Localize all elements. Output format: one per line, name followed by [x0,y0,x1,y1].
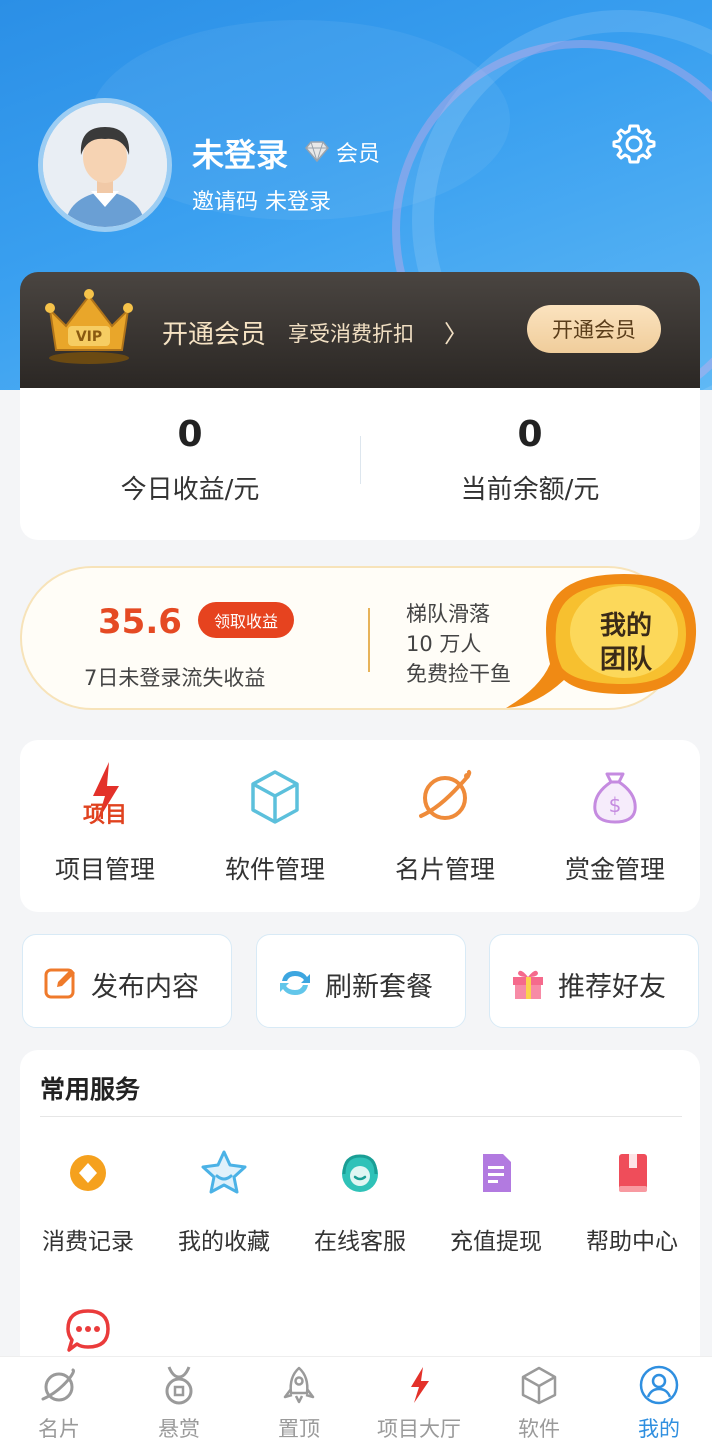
star-icon [201,1150,247,1194]
team-promo-line: 10 万人 [406,632,482,656]
recharge-withdraw[interactable]: 充值提现 [428,1148,564,1256]
vip-subtitle: 享受消费折扣 [288,322,414,346]
cube-icon [521,1366,557,1405]
tab-label: 悬赏 [158,1417,200,1441]
tab-label: 软件 [518,1417,560,1441]
refresh-package-label: 刷新套餐 [325,972,433,1003]
tab-label: 项目大厅 [377,1417,461,1441]
tab-software[interactable]: 软件 [480,1365,598,1443]
invite-value: 未登录 [265,190,332,215]
cube-icon [251,770,299,824]
consumption-record-label: 消费记录 [42,1229,134,1255]
my-team-label: 我的 [600,610,652,641]
recommend-friend-label: 推荐好友 [558,972,666,1003]
common-services: 常用服务 消费记录 我的收藏 在线客服 充值提现 帮助中心 [20,1050,700,1380]
headset-icon [342,1154,378,1192]
planet-icon [41,1368,75,1402]
today-earnings-value: 0 [177,414,203,455]
software-management[interactable]: 软件管理 [190,760,360,886]
help-center[interactable]: 帮助中心 [564,1148,700,1256]
claim-earnings-button[interactable]: 领取收益 [198,602,294,638]
open-vip-button[interactable]: 开通会员 [527,305,661,353]
current-balance-label: 当前余额/元 [460,475,600,505]
lost-earnings-amount: 35.6 [98,602,182,642]
edit-icon [44,968,75,999]
svg-text:$: $ [609,793,622,817]
current-balance-value: 0 [517,414,543,455]
invite-code: 邀请码 未登录 [192,184,331,216]
diamond-icon [305,141,329,162]
bounty-management[interactable]: $ 赏金管理 [530,760,700,886]
tab-label: 置顶 [278,1417,320,1441]
avatar[interactable] [38,98,172,232]
tab-project-hall[interactable]: 项目大厅 [360,1365,478,1443]
coin-icon [70,1155,106,1191]
earnings-stats: 0 今日收益/元 0 当前余额/元 [20,388,700,540]
gift-icon [513,970,543,999]
team-promo-line: 免费捡干鱼 [406,662,511,686]
help-center-label: 帮助中心 [586,1229,678,1255]
tab-label: 名片 [38,1417,80,1441]
my-favorites[interactable]: 我的收藏 [156,1148,292,1256]
tab-mine[interactable]: 我的 [600,1365,712,1443]
refresh-package-button[interactable]: 刷新套餐 [256,934,466,1028]
lightning-icon [411,1367,429,1403]
chat-icon [66,1309,110,1352]
tab-pin-top[interactable]: 置顶 [240,1365,358,1443]
book-icon [619,1154,647,1192]
recharge-withdraw-label: 充值提现 [450,1229,542,1255]
bounty-management-label: 赏金管理 [564,855,665,884]
rocket-icon [283,1366,315,1404]
divider [40,1116,682,1117]
card-management[interactable]: 名片管理 [360,760,530,886]
my-team-label: 团队 [600,645,653,675]
today-earnings-label: 今日收益/元 [120,475,260,505]
bottom-tab-bar: 名片 悬赏 置顶 项目大厅 软件 我的 [0,1356,712,1452]
tab-bounty[interactable]: 悬赏 [120,1365,238,1443]
consumption-record[interactable]: 消费记录 [20,1148,156,1256]
online-support[interactable]: 在线客服 [292,1148,428,1256]
vip-title: 开通会员 [162,320,267,350]
crown-icon: VIP [45,289,133,364]
project-management-label: 项目管理 [54,855,155,884]
current-balance[interactable]: 0 当前余额/元 [360,414,700,506]
my-team-button[interactable]: 我的 团队 [506,568,700,714]
vip-banner[interactable]: VIP 开通会员 享受消费折扣 〉 开通会员 [20,272,700,388]
invite-label: 邀请码 [192,190,259,215]
publish-content-label: 发布内容 [91,972,199,1003]
medal-icon [165,1366,193,1405]
my-favorites-label: 我的收藏 [178,1229,270,1255]
lost-earnings-label: 7日未登录流失收益 [84,666,266,690]
tab-card[interactable]: 名片 [0,1365,118,1443]
member-label: 会员 [336,142,381,167]
gear-icon[interactable] [612,122,656,166]
management-grid: 项目 项目管理 软件管理 名片管理 $ 赏金管理 [20,740,700,912]
divider [368,608,370,672]
project-icon: 项目 [83,762,127,828]
recommend-friend-button[interactable]: 推荐好友 [489,934,699,1028]
publish-content-button[interactable]: 发布内容 [22,934,232,1028]
username[interactable]: 未登录 [192,130,288,176]
refresh-icon [280,971,310,995]
section-title: 常用服务 [40,1075,141,1104]
team-promo-line: 梯队滑落 [406,602,490,626]
money-bag-icon: $ [593,772,637,824]
card-management-label: 名片管理 [394,855,495,884]
planet-icon [419,770,472,820]
project-icon-label: 项目 [83,803,127,828]
software-management-label: 软件管理 [224,855,325,884]
document-icon [483,1154,511,1192]
online-support-label: 在线客服 [314,1229,406,1255]
chevron-right-icon: 〉 [444,320,468,348]
today-earnings[interactable]: 0 今日收益/元 [20,414,360,506]
project-management[interactable]: 项目 项目管理 [20,760,190,886]
tab-label: 我的 [638,1417,680,1441]
user-icon [639,1365,679,1405]
crown-label: VIP [76,329,102,345]
